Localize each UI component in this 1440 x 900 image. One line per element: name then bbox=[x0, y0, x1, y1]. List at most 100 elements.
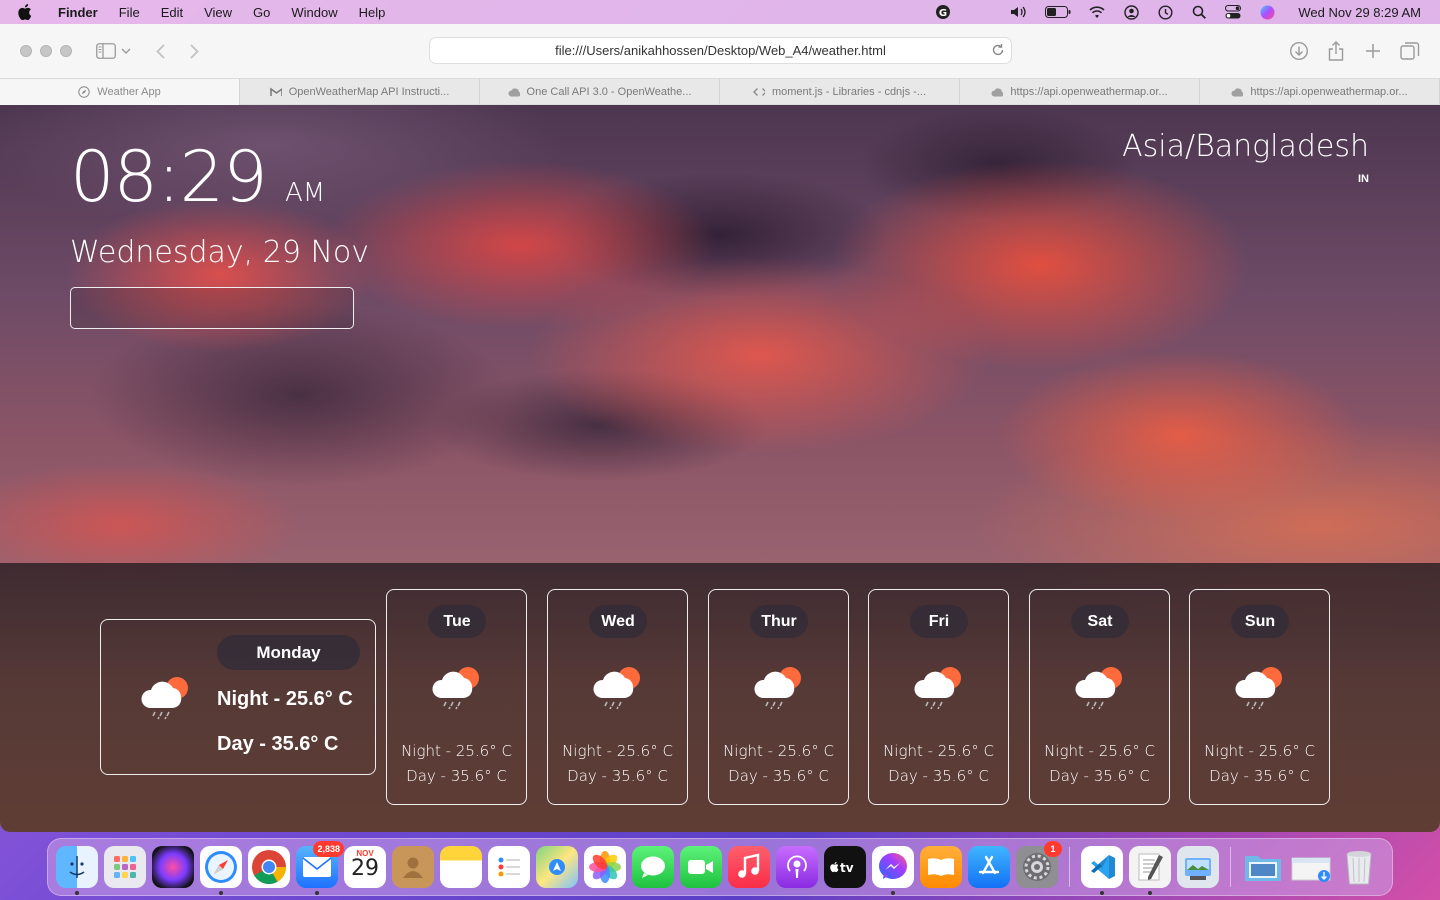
sidebar-toggle-icon[interactable] bbox=[94, 39, 118, 63]
menu-window[interactable]: Window bbox=[291, 5, 337, 20]
apple-icon[interactable] bbox=[18, 4, 40, 20]
calendar-day: 29 bbox=[351, 856, 379, 881]
reminders-icon[interactable] bbox=[488, 846, 530, 888]
forecast-day-label: Fri bbox=[910, 605, 968, 638]
safari-icon[interactable] bbox=[200, 846, 242, 895]
forecast-day-label: Sat bbox=[1071, 605, 1129, 638]
tab-api-openweathermap-1[interactable]: https://api.openweathermap.or... bbox=[960, 79, 1200, 105]
siri-app-icon[interactable] bbox=[152, 846, 194, 888]
wifi-icon[interactable] bbox=[1088, 4, 1106, 20]
mail-icon[interactable]: 2,838 bbox=[296, 841, 344, 895]
address-bar[interactable]: file:///Users/anikahhossen/Desktop/Web_A… bbox=[429, 37, 1012, 64]
maps-icon[interactable] bbox=[536, 846, 578, 888]
tab-label: One Call API 3.0 - OpenWeathe... bbox=[526, 86, 692, 98]
apple-tv-icon[interactable]: tv bbox=[824, 846, 866, 888]
menu-help[interactable]: Help bbox=[359, 5, 386, 20]
today-day-label: Monday bbox=[217, 635, 360, 670]
rain-cloud-sun-icon bbox=[1073, 660, 1129, 717]
minimize-window-button[interactable] bbox=[40, 45, 52, 57]
menu-go[interactable]: Go bbox=[253, 5, 270, 20]
tab-overview-icon[interactable] bbox=[1398, 39, 1422, 63]
forward-icon[interactable] bbox=[182, 39, 206, 63]
launchpad-icon[interactable] bbox=[104, 846, 146, 888]
window-controls bbox=[20, 45, 80, 57]
menu-bar-clock[interactable]: Wed Nov 29 8:29 AM bbox=[1298, 5, 1421, 20]
new-tab-icon[interactable] bbox=[1361, 39, 1385, 63]
forecast-day-temp: Day - 35.6° C bbox=[888, 767, 989, 785]
photos-icon[interactable] bbox=[584, 846, 626, 888]
back-icon[interactable] bbox=[148, 39, 172, 63]
running-indicator bbox=[75, 891, 79, 895]
chevron-down-icon[interactable] bbox=[118, 39, 134, 63]
textedit-icon[interactable] bbox=[1129, 846, 1171, 895]
forecast-night-temp: Night - 25.6° C bbox=[1044, 742, 1155, 760]
tab-bar: Weather App OpenWeatherMap API Instructi… bbox=[0, 78, 1440, 105]
dock-separator bbox=[1069, 847, 1070, 887]
share-icon[interactable] bbox=[1324, 39, 1348, 63]
forecast-card-tue: Tue Night - 25.6° C Day - 35.6° C bbox=[386, 589, 527, 805]
time-machine-icon[interactable] bbox=[1156, 4, 1174, 20]
siri-icon[interactable] bbox=[1258, 4, 1276, 20]
rain-cloud-sun-icon bbox=[139, 670, 195, 727]
finder-icon[interactable] bbox=[56, 846, 98, 895]
preview-icon[interactable] bbox=[1177, 846, 1219, 888]
podcasts-icon[interactable] bbox=[776, 846, 818, 888]
tab-one-call-api[interactable]: One Call API 3.0 - OpenWeathe... bbox=[480, 79, 720, 105]
forecast-night-temp: Night - 25.6° C bbox=[883, 742, 994, 760]
calendar-icon[interactable]: NOV 29 bbox=[344, 846, 386, 888]
country-code: IN bbox=[1358, 173, 1369, 185]
menu-file[interactable]: File bbox=[119, 5, 140, 20]
running-indicator bbox=[315, 891, 319, 895]
close-window-button[interactable] bbox=[20, 45, 32, 57]
grammarly-icon[interactable]: G bbox=[934, 4, 952, 20]
books-icon[interactable] bbox=[920, 846, 962, 888]
forecast-day-temp: Day - 35.6° C bbox=[1209, 767, 1310, 785]
system-preferences-icon[interactable]: 1 bbox=[1016, 841, 1062, 888]
downloads-icon[interactable] bbox=[1287, 39, 1311, 63]
tab-api-openweathermap-2[interactable]: https://api.openweathermap.or... bbox=[1200, 79, 1440, 105]
downloads-folder-icon[interactable] bbox=[1290, 846, 1332, 888]
cloud-icon bbox=[508, 86, 520, 98]
forecast-day-label: Thur bbox=[750, 605, 808, 638]
vscode-icon[interactable] bbox=[1081, 846, 1123, 895]
menu-view[interactable]: View bbox=[204, 5, 232, 20]
control-center-icon[interactable] bbox=[1224, 4, 1242, 20]
cloud-icon bbox=[1231, 86, 1244, 98]
running-indicator bbox=[891, 891, 895, 895]
screenshots-folder-icon[interactable] bbox=[1242, 846, 1284, 888]
music-icon[interactable] bbox=[728, 846, 770, 888]
forecast-day-temp: Day - 35.6° C bbox=[1049, 767, 1150, 785]
rain-cloud-sun-icon bbox=[430, 660, 486, 717]
app-store-icon[interactable] bbox=[968, 846, 1010, 888]
browser-window: file:///Users/anikahhossen/Desktop/Web_A… bbox=[0, 24, 1440, 832]
battery-icon[interactable] bbox=[1044, 4, 1072, 20]
reload-icon[interactable] bbox=[991, 43, 1005, 60]
compass-icon bbox=[78, 86, 90, 98]
code-icon bbox=[753, 86, 765, 98]
forecast-night-temp: Night - 25.6° C bbox=[1204, 742, 1315, 760]
trash-icon[interactable] bbox=[1338, 846, 1380, 888]
forecast-day-temp: Day - 35.6° C bbox=[567, 767, 668, 785]
tab-weather-app[interactable]: Weather App bbox=[0, 79, 240, 105]
chrome-icon[interactable] bbox=[248, 846, 290, 888]
weather-page: 08:29 AM Wednesday, 29 Nov Asia/Banglade… bbox=[0, 105, 1440, 832]
current-time: 08:29 bbox=[70, 136, 268, 218]
menu-edit[interactable]: Edit bbox=[161, 5, 183, 20]
menu-finder[interactable]: Finder bbox=[58, 5, 98, 20]
facetime-icon[interactable] bbox=[680, 846, 722, 888]
messenger-icon[interactable] bbox=[872, 846, 914, 895]
spotlight-icon[interactable] bbox=[1190, 4, 1208, 20]
dock: 2,838 NOV 29 tv 1 bbox=[47, 838, 1393, 896]
rain-cloud-sun-icon bbox=[912, 660, 968, 717]
dock-separator bbox=[1230, 847, 1231, 887]
tab-label: Weather App bbox=[97, 86, 161, 98]
contacts-icon[interactable] bbox=[392, 846, 434, 888]
volume-icon[interactable] bbox=[1010, 4, 1028, 20]
forecast-card-sat: Sat Night - 25.6° C Day - 35.6° C bbox=[1029, 589, 1170, 805]
messages-icon[interactable] bbox=[632, 846, 674, 888]
user-icon[interactable] bbox=[1122, 4, 1140, 20]
tab-momentjs-cdnjs[interactable]: moment.js - Libraries - cdnjs -... bbox=[720, 79, 960, 105]
zoom-window-button[interactable] bbox=[60, 45, 72, 57]
notes-icon[interactable] bbox=[440, 846, 482, 888]
tab-openweathermap-instructions[interactable]: OpenWeatherMap API Instructi... bbox=[240, 79, 480, 105]
